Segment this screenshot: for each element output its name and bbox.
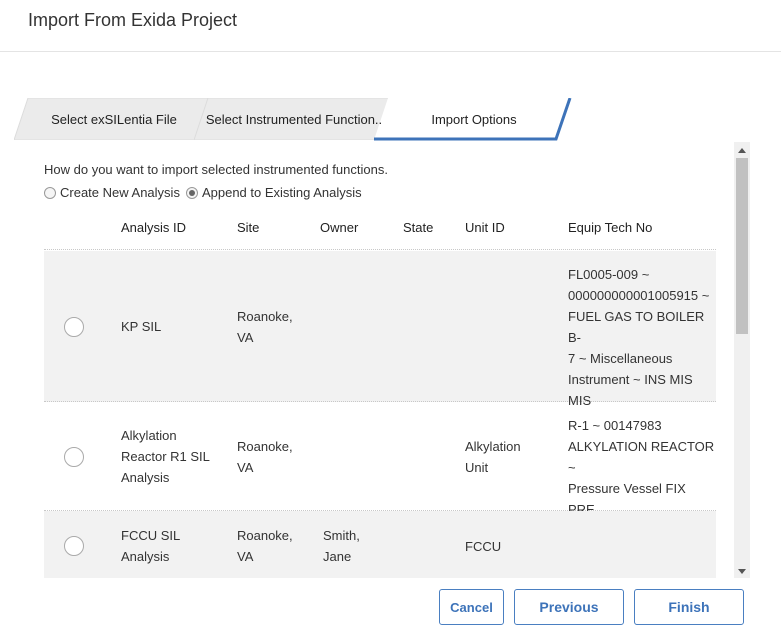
step-select-exsilentia-file[interactable]: Select exSILentia File <box>14 98 214 140</box>
cell-owner: Smith, Jane <box>323 525 403 567</box>
col-owner: Owner <box>320 220 359 235</box>
cell-site: Roanoke, VA <box>237 306 317 348</box>
cell-line: FCCU <box>465 539 502 554</box>
cell-unit-id: Alkylation Unit <box>465 436 565 478</box>
cancel-button[interactable]: Cancel <box>439 589 504 625</box>
step-label: Select Instrumented Function.. <box>205 111 383 127</box>
create-new-analysis-option[interactable]: Create New Analysis <box>44 185 180 200</box>
cell-line: 000000000001005915 ~ <box>568 288 710 303</box>
cell-line: FL0005-009 ~ <box>568 267 650 282</box>
dialog-header: Import From Exida Project <box>0 0 781 52</box>
cell-line: 7 ~ Miscellaneous <box>568 351 673 366</box>
cell-line: ALKYLATION REACTOR ~ <box>568 439 715 475</box>
row-select-radio[interactable] <box>64 536 84 556</box>
wizard-steps: Select exSILentia File Select Instrument… <box>14 98 574 142</box>
cell-line: Instrument ~ INS MIS <box>568 372 693 387</box>
cell-line: VA <box>237 330 254 345</box>
cell-line: Alkylation <box>121 428 177 443</box>
cell-line: Roanoke, <box>237 309 293 324</box>
col-analysis-id: Analysis ID <box>121 220 187 235</box>
cell-site: Roanoke, VA <box>237 436 317 478</box>
cell-line: Smith, <box>323 528 360 543</box>
append-existing-analysis-radio[interactable] <box>185 186 198 199</box>
append-existing-analysis-label: Append to Existing Analysis <box>201 185 362 200</box>
import-options-panel: How do you want to import selected instr… <box>14 142 752 578</box>
cell-line: Analysis <box>121 549 170 564</box>
cell-analysis-id: FCCU SIL Analysis <box>121 525 231 567</box>
content-scrollbar[interactable] <box>734 142 750 578</box>
cell-line: FCCU SIL <box>121 528 181 543</box>
create-new-analysis-radio[interactable] <box>44 186 56 199</box>
append-existing-analysis-option[interactable]: Append to Existing Analysis <box>185 185 362 200</box>
row-select-radio[interactable] <box>64 447 84 467</box>
cell-line: R-1 ~ 00147983 <box>568 418 662 433</box>
previous-button[interactable]: Previous <box>514 589 624 625</box>
dialog-title: Import From Exida Project <box>28 10 238 30</box>
cell-line: Jane <box>323 549 352 564</box>
table-row[interactable]: KP SIL Roanoke, VA FL0005-009 ~ 000000000001… <box>44 251 716 408</box>
cell-line: Analysis <box>121 470 170 485</box>
cell-line: KP SIL <box>121 319 162 334</box>
scroll-up-icon[interactable] <box>738 148 746 153</box>
col-equip-tech-no: Equip Tech No <box>568 220 653 235</box>
step-import-options[interactable]: Import Options <box>374 98 574 141</box>
step-label: Import Options <box>431 111 517 127</box>
cell-line: VA <box>237 460 254 475</box>
cell-site: Roanoke, VA <box>237 525 317 567</box>
cell-equip: FL0005-009 ~ 000000000001005915 ~ FUEL GAS… <box>568 264 716 411</box>
step-label: Select exSILentia File <box>51 111 177 127</box>
cell-analysis-id: Alkylation Reactor R1 SIL Analysis <box>121 425 231 488</box>
table-row[interactable]: FCCU SIL Analysis Roanoke, VA Smith, Jane FCCU <box>44 511 716 578</box>
cell-unit-id: FCCU <box>465 536 565 557</box>
import-question: How do you want to import selected instr… <box>44 162 388 177</box>
col-site: Site <box>237 220 260 235</box>
table-row[interactable]: Alkylation Reactor R1 SIL Analysis Roanoke,… <box>44 402 716 538</box>
col-state: State <box>403 220 434 235</box>
cell-line: Alkylation <box>465 439 521 454</box>
finish-button[interactable]: Finish <box>634 589 744 625</box>
cell-line: Roanoke, <box>237 528 293 543</box>
cell-line: Unit <box>465 460 489 475</box>
cell-analysis-id: KP SIL <box>121 316 231 337</box>
step-select-instrumented-function[interactable]: Select Instrumented Function.. <box>194 98 394 140</box>
cell-line: FUEL GAS TO BOILER B- <box>568 309 705 345</box>
scroll-thumb[interactable] <box>736 158 748 334</box>
analysis-table-header: Analysis ID Site Owner State Unit ID Equ… <box>44 216 716 250</box>
import-mode-group: Create New Analysis Append to Existing A… <box>44 185 368 200</box>
scroll-down-icon[interactable] <box>738 569 746 574</box>
cell-line: Reactor R1 SIL <box>121 449 210 464</box>
row-select-radio[interactable] <box>64 317 84 337</box>
col-unit-id: Unit ID <box>465 220 505 235</box>
cell-line: VA <box>237 549 254 564</box>
cell-line: Roanoke, <box>237 439 293 454</box>
create-new-analysis-label: Create New Analysis <box>60 185 180 200</box>
